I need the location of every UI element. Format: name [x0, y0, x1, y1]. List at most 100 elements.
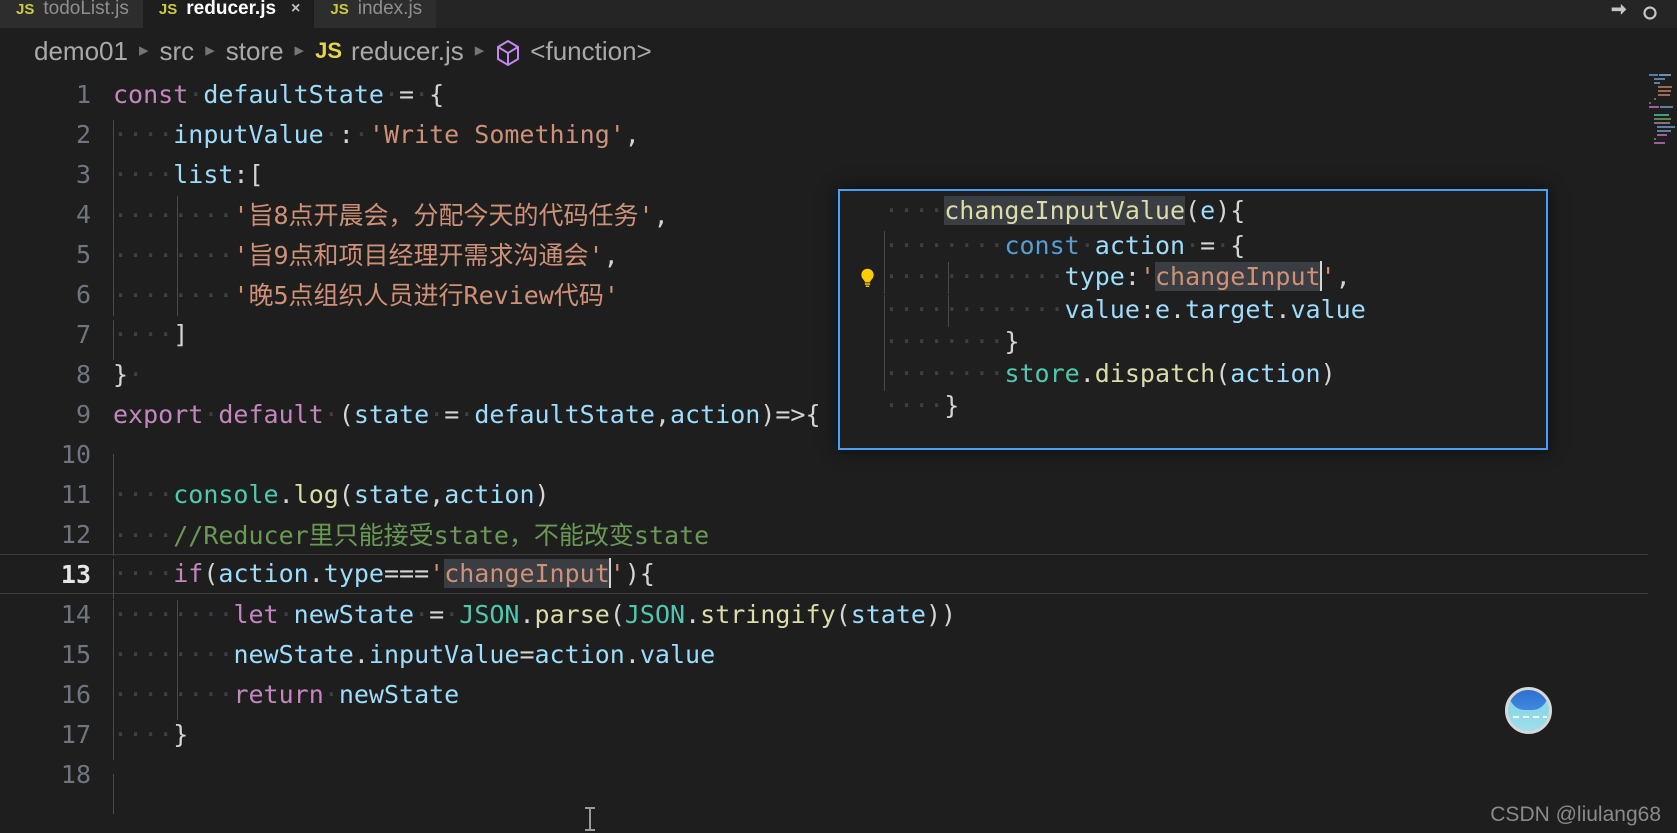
line-number: 4	[75, 199, 91, 229]
line-content: ····//Reducer里只能接受state，不能改变state	[113, 516, 1677, 556]
line-number: 12	[60, 519, 91, 549]
close-icon[interactable]: ×	[291, 1, 300, 17]
code-line[interactable]: 12 ····//Reducer里只能接受state，不能改变state	[0, 514, 1677, 556]
code-editor[interactable]: 1 const·defaultState·=·{ 2 ····inputValu…	[0, 74, 1677, 833]
token-e: e	[1200, 195, 1216, 225]
tab-index-js[interactable]: JS index.js	[314, 0, 437, 28]
token-action: action	[444, 479, 535, 509]
line-number: 8	[75, 359, 91, 389]
tab-label: index.js	[357, 0, 423, 19]
tab-label: todoList.js	[43, 0, 129, 19]
avatar-sea	[1508, 707, 1549, 731]
code-line[interactable]: 18	[0, 754, 1677, 814]
user-avatar[interactable]	[1505, 687, 1552, 734]
code-line[interactable]: 17 ····}	[0, 714, 1677, 760]
token-task-1: '旨8点开晨会，分配今天的代码任务'	[233, 201, 654, 230]
minimap-content	[1648, 74, 1677, 146]
overlay-highlighted-word[interactable]: changeInput	[1155, 261, 1321, 291]
tab-reducer-js[interactable]: JS reducer.js ×	[142, 0, 315, 28]
overlay-line: ········store.dispatch(action)	[840, 357, 1546, 391]
overlay-line: ····changeInputValue(e){	[884, 195, 1246, 225]
minimap[interactable]	[1648, 74, 1677, 833]
lightbulb-icon[interactable]	[850, 267, 884, 288]
token-action: action	[670, 399, 761, 429]
chevron-right-icon: ▸	[474, 39, 485, 61]
code-line[interactable]: 1 const·defaultState·=·{	[0, 74, 1677, 114]
token-newState: newState	[293, 599, 415, 629]
line-number: 2	[75, 119, 91, 149]
line-number: 10	[60, 439, 91, 469]
line-number: 13	[60, 559, 91, 589]
token-dispatch: dispatch	[1094, 358, 1216, 388]
watermark: CSDN @liulang68	[1490, 803, 1661, 826]
more-actions-icon[interactable]	[1639, 2, 1661, 24]
code-line-current[interactable]: 13 ····if(action.type==='changeInput'){	[0, 554, 1677, 599]
line-number: 11	[60, 479, 91, 509]
line-content: ········return·newState	[113, 679, 1677, 720]
line-number: 6	[75, 279, 91, 309]
line-content: ····inputValue·:·'Write Something',	[113, 119, 1677, 160]
overlay-line: ········const·action·=·{	[840, 229, 1546, 263]
code-line[interactable]: 2 ····inputValue·:·'Write Something',	[0, 114, 1677, 160]
token-const: const	[113, 79, 189, 109]
code-line[interactable]: 15 ········newState.inputValue=action.va…	[0, 634, 1677, 680]
breadcrumb-item-demo01[interactable]: demo01	[34, 36, 128, 67]
line-content: ····}	[113, 719, 1677, 760]
line-number: 1	[75, 79, 91, 109]
js-file-icon: JS	[158, 0, 178, 18]
line-number: 5	[75, 239, 91, 269]
js-file-icon: JS	[330, 0, 349, 18]
overlay-line: ····}	[884, 390, 960, 420]
breadcrumb-item-reducer-js[interactable]: reducer.js	[351, 36, 464, 67]
split-editor-icon[interactable]	[1608, 2, 1630, 24]
cube-icon	[495, 39, 530, 67]
breadcrumb-item-store[interactable]: store	[226, 36, 284, 67]
line-content: ····list:[	[113, 159, 1677, 200]
chevron-right-icon: ▸	[294, 39, 305, 61]
code-line[interactable]: 3 ····list:[	[0, 154, 1677, 200]
token-log: log	[293, 479, 339, 509]
token-task-3: '晚5点组织人员进行Review代码'	[233, 281, 619, 310]
line-number: 7	[75, 319, 91, 349]
overlay-line: ········}	[840, 325, 1546, 359]
selected-word[interactable]: changeInput	[444, 558, 610, 588]
token-export: export	[113, 399, 204, 429]
js-file-icon: JS	[16, 0, 35, 18]
line-content: const·defaultState·=·{	[113, 79, 445, 109]
tabbar-actions	[1608, 2, 1677, 28]
js-file-icon: JS	[315, 38, 343, 63]
token-list: list	[173, 159, 234, 189]
overlay-symbol-name[interactable]: changeInputValue	[944, 195, 1186, 225]
inline-code-overlay[interactable]: ····changeInputValue(e){ ········const·a…	[838, 189, 1548, 450]
token-action: action	[1094, 230, 1186, 260]
editor-tab-bar: JS todoList.js JS reducer.js × JS index.…	[0, 0, 1677, 28]
line-content: ····console.log(state,action)	[113, 479, 1677, 520]
token-parse: parse	[534, 599, 610, 629]
token-if: if	[173, 558, 204, 588]
token-e: e	[1154, 294, 1171, 324]
code-line[interactable]: 14 ········let·newState·=·JSON.parse(JSO…	[0, 594, 1677, 640]
token-stringify: stringify	[700, 599, 836, 629]
token-store: store	[1004, 358, 1080, 388]
token-return: return	[233, 679, 324, 709]
code-line[interactable]: 16 ········return·newState	[0, 674, 1677, 720]
token-const: const	[1004, 230, 1080, 260]
token-JSON: JSON	[624, 599, 686, 629]
line-number: 17	[60, 719, 91, 749]
mouse-text-cursor	[585, 807, 595, 831]
token-comment: //Reducer里只能接受state，不能改变state	[173, 521, 710, 550]
token-value: value	[1290, 294, 1366, 324]
text-caret	[608, 557, 611, 588]
token-JSON: JSON	[459, 599, 520, 629]
token-newState: newState	[338, 679, 460, 709]
token-defaultState: defaultState	[203, 79, 384, 109]
code-line[interactable]: 11 ····console.log(state,action)	[0, 474, 1677, 520]
line-number: 3	[75, 159, 91, 189]
tab-todoList-js[interactable]: JS todoList.js	[0, 0, 143, 28]
token-value: value	[1064, 294, 1140, 324]
breadcrumb-item-src[interactable]: src	[160, 36, 195, 67]
token-state: state	[353, 399, 430, 429]
breadcrumb-item-function[interactable]: <function>	[530, 36, 651, 67]
token-default: default	[218, 399, 324, 429]
vscode-window: JS todoList.js JS reducer.js × JS index.…	[0, 0, 1677, 833]
